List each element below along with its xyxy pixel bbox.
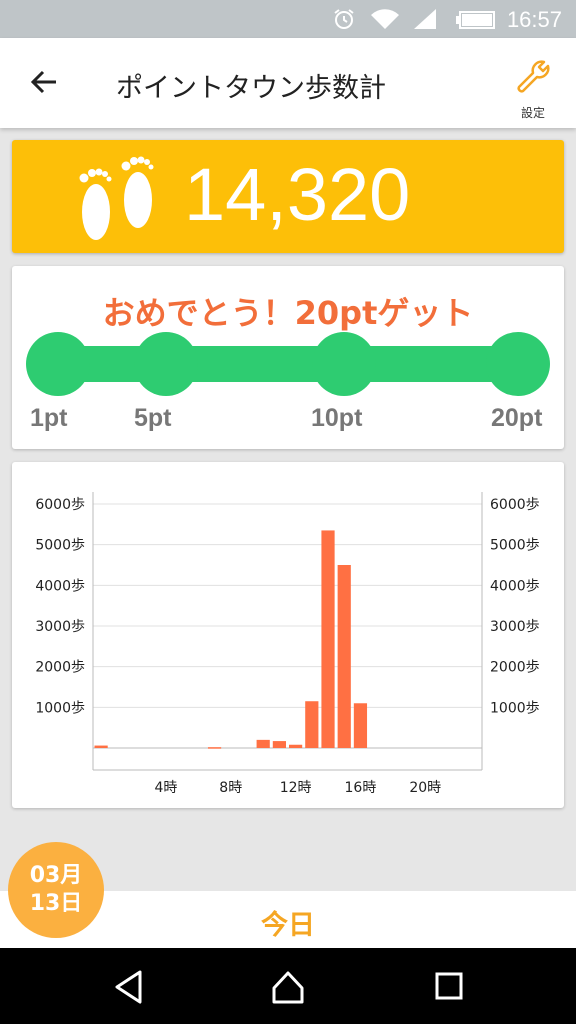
home-icon[interactable] <box>270 968 306 1010</box>
y-tick-label-right: 2000歩 <box>490 660 540 676</box>
y-tick-label-left: 4000歩 <box>35 578 85 594</box>
x-tick-label: 12時 <box>280 780 312 796</box>
page-title: ポイントタウン歩数計 <box>116 73 386 104</box>
milestone-dot-1pt <box>26 332 90 396</box>
settings-label: 設定 <box>520 106 545 120</box>
wrench-icon <box>514 60 552 100</box>
navigation-bar <box>0 948 576 1024</box>
x-tick-label: 16時 <box>345 780 377 796</box>
clock: 16:57 <box>506 7 562 32</box>
progress-track <box>50 346 530 382</box>
milestone-label: 20pt <box>491 404 543 432</box>
alarm-icon <box>332 7 356 35</box>
signal-icon <box>412 7 438 35</box>
y-tick-label-right: 6000歩 <box>490 497 540 513</box>
bar-hour-15 <box>337 565 351 748</box>
settings-button[interactable]: 設定 <box>508 58 558 121</box>
milestone-dot-20pt <box>486 332 550 396</box>
status-bar: 16:57 <box>0 0 576 38</box>
bar-hour-10 <box>256 739 270 748</box>
wifi-icon <box>370 7 400 35</box>
milestone-label: 10pt <box>311 404 363 432</box>
footprints-icon <box>68 150 168 250</box>
milestone-dot-5pt <box>134 332 198 396</box>
app-bar: ポイントタウン歩数計 設定 <box>0 38 576 128</box>
y-tick-label-right: 5000歩 <box>490 538 540 554</box>
step-count-card: 14,320 <box>12 140 564 253</box>
y-tick-label-left: 5000歩 <box>35 538 85 554</box>
points-progress-card: おめでとう！20ptゲット 1pt 5pt 10pt 20pt <box>12 266 564 449</box>
y-tick-label-left: 1000歩 <box>35 700 85 716</box>
bar-hour-16 <box>353 703 368 748</box>
bar-hour-14 <box>321 530 335 748</box>
x-tick-label: 4時 <box>154 780 177 796</box>
date-day: 13日 <box>29 891 83 916</box>
bar-hour-13 <box>305 701 319 748</box>
y-tick-label-right: 3000歩 <box>490 619 540 635</box>
milestone-dot-10pt <box>312 332 376 396</box>
y-tick-label-left: 2000歩 <box>35 660 85 676</box>
bar-hour-11 <box>272 741 286 748</box>
bar-hour-0 <box>94 745 108 748</box>
y-tick-label-right: 1000歩 <box>490 700 540 716</box>
date-badge[interactable]: 03月 13日 <box>8 842 104 938</box>
hourly-steps-chart-card: 1000歩 1000歩 2000歩 2000歩 3000歩 3000歩 4000歩 4000歩… <box>12 462 564 808</box>
bar-hour-7 <box>207 747 222 749</box>
battery-icon <box>456 11 496 33</box>
back-icon[interactable] <box>112 968 146 1010</box>
back-arrow-icon[interactable] <box>28 66 60 102</box>
step-count: 14,320 <box>184 153 411 236</box>
y-tick-label-right: 4000歩 <box>490 578 540 594</box>
recents-icon[interactable] <box>432 968 466 1010</box>
date-month: 03月 <box>29 863 83 888</box>
x-tick-label: 8時 <box>219 780 242 796</box>
hourly-steps-chart: 1000歩 1000歩 2000歩 2000歩 3000歩 3000歩 4000歩 4000歩… <box>35 492 540 796</box>
y-tick-label-left: 3000歩 <box>35 619 85 635</box>
milestone-label: 5pt <box>134 404 172 432</box>
x-tick-label: 20時 <box>409 780 441 796</box>
y-tick-label-left: 6000歩 <box>35 497 85 513</box>
congrats-message: おめでとう！20ptゲット <box>102 294 474 332</box>
bar-hour-12 <box>289 744 303 748</box>
milestone-label: 1pt <box>30 404 68 432</box>
